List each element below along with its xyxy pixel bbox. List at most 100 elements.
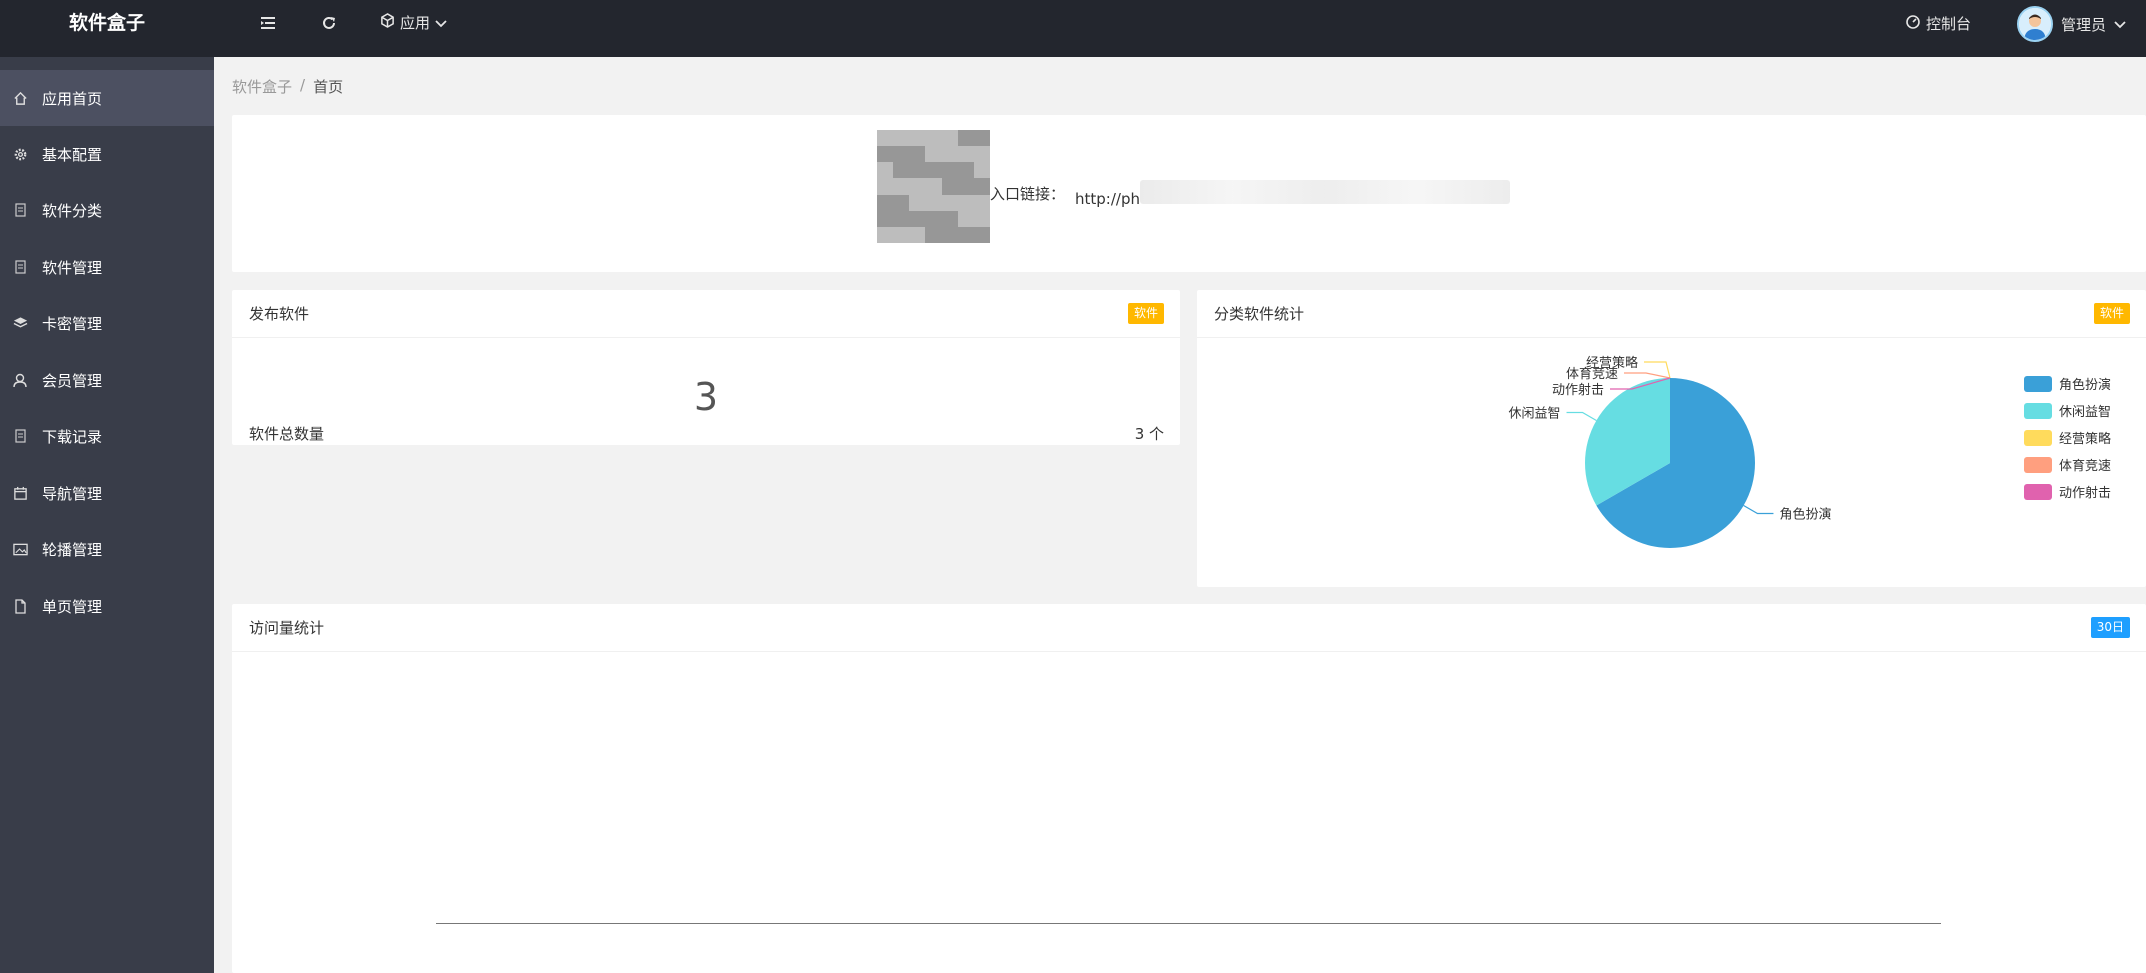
breadcrumb-current: 首页 <box>313 78 344 96</box>
qr-cell <box>893 130 910 147</box>
qr-cell <box>957 210 974 227</box>
qr-cell <box>941 210 958 227</box>
image-icon <box>12 541 28 557</box>
sidebar-item-label: 轮播管理 <box>42 540 103 559</box>
legend-label: 体育竞速 <box>2059 459 2112 474</box>
publish-card-header: 发布软件 软件 <box>232 290 1180 338</box>
legend-item[interactable]: 角色扮演 <box>2024 375 2111 393</box>
sidebar-item-carousel[interactable]: 轮播管理 <box>0 521 214 577</box>
top-bar: 软件盒子 应用 控制台 管理员 <box>0 0 2146 57</box>
qr-cell <box>909 210 926 227</box>
sidebar-item-members[interactable]: 会员管理 <box>0 352 214 408</box>
qr-cell <box>909 178 926 195</box>
entry-link-row: 入口链接： http://ph <box>990 180 1510 208</box>
qr-cell <box>877 226 894 243</box>
sidebar-item-category[interactable]: 软件分类 <box>0 182 214 238</box>
software-total-label: 软件总数量 <box>249 425 325 443</box>
pie-slice-label: 角色扮演 <box>1779 507 1831 523</box>
qr-cell <box>877 194 894 211</box>
gear-icon <box>12 146 28 162</box>
qr-cell <box>941 178 958 195</box>
software-total-row: 软件总数量 3 个 <box>249 423 1164 444</box>
entry-link-url[interactable]: http://ph <box>1075 180 1510 208</box>
calendar-icon <box>12 485 28 501</box>
app-menu[interactable]: 应用 <box>380 12 447 33</box>
console-label: 控制台 <box>1926 15 1972 33</box>
publish-card-title: 发布软件 <box>249 305 310 323</box>
menu-toggle-icon[interactable] <box>255 10 281 36</box>
software-count: 3 <box>693 375 719 419</box>
sidebar-item-label: 软件分类 <box>42 201 103 220</box>
qr-cell <box>941 162 958 179</box>
qr-cell <box>925 130 942 147</box>
console-link[interactable]: 控制台 <box>1905 13 1971 34</box>
qr-cell <box>941 226 958 243</box>
qr-cell <box>973 130 990 147</box>
file-icon <box>12 259 28 275</box>
sidebar-item-config[interactable]: 基本配置 <box>0 126 214 182</box>
qr-cell <box>877 210 894 227</box>
qr-cell <box>973 146 990 163</box>
qr-cell <box>893 162 910 179</box>
legend-item[interactable]: 体育竞速 <box>2024 456 2112 474</box>
qr-cell <box>877 178 894 195</box>
file-icon <box>12 202 28 218</box>
user-icon <box>12 372 28 388</box>
sidebar-item-pages[interactable]: 单页管理 <box>0 578 214 634</box>
breadcrumb: 软件盒子 / 首页 <box>232 76 343 97</box>
sidebar-item-label: 单页管理 <box>42 597 103 616</box>
legend-item[interactable]: 动作射击 <box>2024 483 2111 501</box>
legend-swatch <box>2024 429 2052 446</box>
pie-leader-line <box>1566 411 1597 422</box>
sidebar-item-cards[interactable]: 卡密管理 <box>0 295 214 351</box>
qr-cell <box>941 130 958 147</box>
legend-item[interactable]: 休闲益智 <box>2024 402 2111 420</box>
qr-cell <box>877 146 894 163</box>
qr-cell <box>925 210 942 227</box>
qr-cell <box>893 210 910 227</box>
qr-cell <box>893 194 910 211</box>
sidebar-item-navigation[interactable]: 导航管理 <box>0 465 214 521</box>
visits-chart-axis <box>436 923 1941 924</box>
legend-item[interactable]: 经营策略 <box>2024 429 2111 447</box>
breadcrumb-root[interactable]: 软件盒子 <box>232 76 292 97</box>
qr-cell <box>973 194 990 211</box>
sidebar-item-software[interactable]: 软件管理 <box>0 239 214 295</box>
qr-cell <box>941 146 958 163</box>
category-card-header: 分类软件统计 软件 <box>1197 290 2146 338</box>
sidebar-item-label: 会员管理 <box>42 371 103 390</box>
pie-leader-line <box>1743 504 1774 515</box>
category-badge: 软件 <box>2093 303 2130 324</box>
cube-icon <box>380 13 395 32</box>
qr-cell <box>909 194 926 211</box>
pie-slice-label: 体育竞速 <box>1566 366 1618 382</box>
user-menu[interactable]: 管理员 <box>2017 6 2126 42</box>
qr-cell <box>957 146 974 163</box>
qr-cell <box>957 226 974 243</box>
pie-leader-line <box>1624 372 1671 379</box>
sidebar-item-downloads[interactable]: 下载记录 <box>0 408 214 464</box>
pie-legend: 角色扮演休闲益智经营策略体育竞速动作射击 <box>2024 375 2112 501</box>
refresh-icon[interactable] <box>316 10 342 36</box>
qr-cell <box>957 178 974 195</box>
qr-cell <box>925 226 942 243</box>
qr-cell <box>925 146 942 163</box>
qr-cell <box>893 226 910 243</box>
qr-cell <box>893 146 910 163</box>
software-total-value: 3 个 <box>1134 425 1164 443</box>
visits-card: 访问量统计 30日 <box>232 604 2146 973</box>
brand-title[interactable]: 软件盒子 <box>0 0 214 57</box>
sidebar-item-home[interactable]: 应用首页 <box>0 70 214 126</box>
qr-cell <box>957 130 974 147</box>
visits-card-header: 访问量统计 30日 <box>232 604 2146 652</box>
qr-cell <box>877 162 894 179</box>
visits-badge[interactable]: 30日 <box>2090 617 2130 638</box>
chevron-down-icon <box>2114 15 2126 33</box>
layers-icon <box>12 315 28 331</box>
qr-cell <box>925 194 942 211</box>
qr-cell <box>909 162 926 179</box>
publish-badge: 软件 <box>1127 303 1164 324</box>
chevron-down-icon <box>435 14 447 32</box>
qr-cell <box>973 210 990 227</box>
legend-swatch <box>2024 456 2052 473</box>
